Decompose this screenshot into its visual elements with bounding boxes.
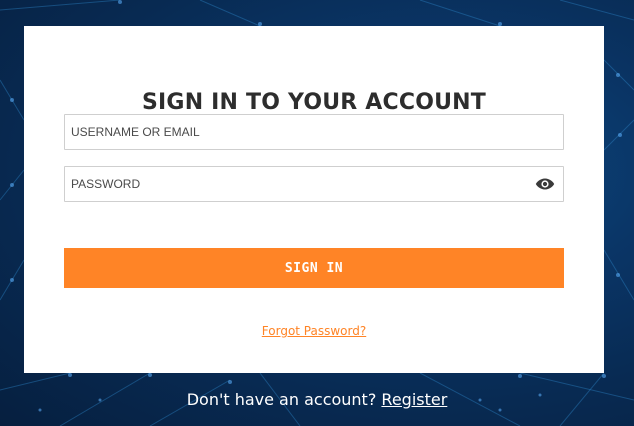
page-title: SIGN IN TO YOUR ACCOUNT xyxy=(142,90,486,115)
forgot-password-row: Forgot Password? xyxy=(24,324,604,338)
register-prompt-text: Don't have an account? xyxy=(186,390,377,409)
register-link[interactable]: Register xyxy=(381,390,447,409)
username-input[interactable] xyxy=(65,115,563,149)
register-prompt: Don't have an account? Register xyxy=(0,390,634,409)
eye-icon[interactable] xyxy=(535,176,555,192)
password-field[interactable] xyxy=(64,166,564,202)
login-card: SIGN IN TO YOUR ACCOUNT SIGN IN Forgot P… xyxy=(24,26,604,373)
forgot-password-link[interactable]: Forgot Password? xyxy=(262,324,366,338)
sign-in-button[interactable]: SIGN IN xyxy=(64,248,564,288)
username-field[interactable] xyxy=(64,114,564,150)
password-input[interactable] xyxy=(65,167,563,201)
